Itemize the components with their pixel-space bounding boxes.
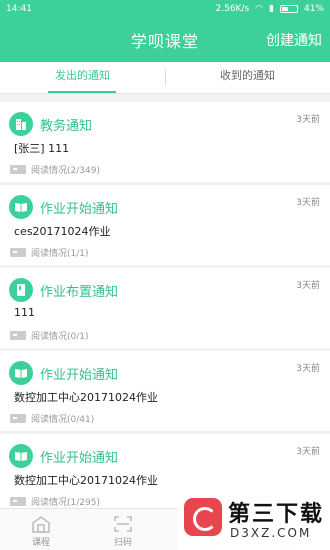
read-status: 阅读情况(1/1) bbox=[10, 246, 89, 259]
signal-icon: ▮ bbox=[269, 4, 274, 14]
house-icon bbox=[32, 516, 50, 533]
app-header: 14:41 2.56K/s ◠ ▮ 41% 学呗课堂 创建通知 bbox=[0, 0, 330, 62]
notice-body: 数控加工中心20171024作业 bbox=[14, 391, 158, 404]
read-status-text: 阅读情况(0/1) bbox=[31, 332, 89, 342]
status-bar: 14:41 2.56K/s ◠ ▮ 41% bbox=[0, 0, 330, 18]
building-icon bbox=[9, 112, 33, 136]
read-status: 阅读情况(0/41) bbox=[10, 412, 94, 425]
battery-icon bbox=[279, 5, 298, 13]
notebook-icon bbox=[9, 278, 33, 302]
notice-title: 作业布置通知 bbox=[40, 285, 119, 300]
watermark-subtitle: D3XZ.COM bbox=[230, 526, 312, 540]
tab-sent[interactable]: 发出的通知 bbox=[0, 62, 165, 94]
notice-card[interactable]: 教务通知 3天前 [张三] 111 阅读情况(2/349) bbox=[0, 102, 330, 182]
read-status: 阅读情况(0/1) bbox=[10, 329, 89, 342]
book-icon bbox=[9, 444, 33, 468]
notice-time: 3天前 bbox=[296, 198, 320, 208]
id-card-icon bbox=[10, 248, 26, 257]
read-status-text: 阅读情况(2/349) bbox=[31, 166, 100, 176]
read-status-text: 阅读情况(1/295) bbox=[31, 498, 100, 508]
watermark-title: 第三下载 bbox=[228, 502, 325, 527]
status-time: 14:41 bbox=[6, 4, 32, 14]
id-card-icon bbox=[10, 414, 26, 423]
notice-time: 3天前 bbox=[296, 281, 320, 291]
read-status: 阅读情况(1/295) bbox=[10, 495, 100, 508]
notice-time: 3天前 bbox=[296, 115, 320, 125]
scan-icon bbox=[114, 516, 132, 532]
tab-received[interactable]: 收到的通知 bbox=[165, 62, 330, 94]
notice-tabs: 发出的通知 收到的通知 bbox=[0, 62, 330, 94]
read-status: 阅读情况(2/349) bbox=[10, 163, 100, 176]
wifi-icon: ◠ bbox=[255, 4, 264, 14]
nav-item-course[interactable]: 课程 bbox=[8, 509, 74, 550]
notice-title: 作业开始通知 bbox=[40, 368, 119, 383]
nav-label: 课程 bbox=[31, 538, 50, 548]
notice-body: 111 bbox=[14, 306, 35, 319]
book-icon bbox=[9, 361, 33, 385]
id-card-icon bbox=[10, 497, 26, 506]
notice-body: [张三] 111 bbox=[14, 142, 70, 155]
read-status-text: 阅读情况(1/1) bbox=[31, 249, 89, 259]
active-tab-indicator bbox=[48, 91, 116, 93]
status-right: 2.56K/s ◠ ▮ 41% bbox=[216, 4, 325, 14]
notice-body: ces20171024作业 bbox=[14, 225, 111, 238]
download-logo-icon bbox=[184, 498, 222, 536]
network-speed: 2.56K/s bbox=[215, 4, 250, 14]
notice-time: 3天前 bbox=[296, 447, 320, 457]
notice-title: 作业开始通知 bbox=[40, 202, 119, 217]
notice-title: 作业开始通知 bbox=[40, 451, 119, 466]
notice-card[interactable]: 作业开始通知 3天前 数控加工中心20171024作业 阅读情况(0/41) bbox=[0, 351, 330, 431]
notice-body: 数控加工中心20171024作业 bbox=[14, 474, 158, 487]
notice-card[interactable]: 作业开始通知 3天前 ces20171024作业 阅读情况(1/1) bbox=[0, 185, 330, 265]
id-card-icon bbox=[10, 331, 26, 340]
create-notice-button[interactable]: 创建通知 bbox=[266, 30, 322, 50]
nav-label: 扫码 bbox=[113, 538, 132, 548]
battery-level: 41% bbox=[303, 4, 324, 14]
notice-time: 3天前 bbox=[296, 364, 320, 374]
nav-item-scan[interactable]: 扫码 bbox=[90, 509, 156, 550]
id-card-icon bbox=[10, 165, 26, 174]
read-status-text: 阅读情况(0/41) bbox=[31, 415, 95, 425]
site-watermark: 第三下载 D3XZ.COM bbox=[178, 490, 330, 550]
notice-title: 教务通知 bbox=[40, 119, 93, 134]
book-icon bbox=[9, 195, 33, 219]
notice-card[interactable]: 作业布置通知 3天前 111 阅读情况(0/1) bbox=[0, 268, 330, 348]
